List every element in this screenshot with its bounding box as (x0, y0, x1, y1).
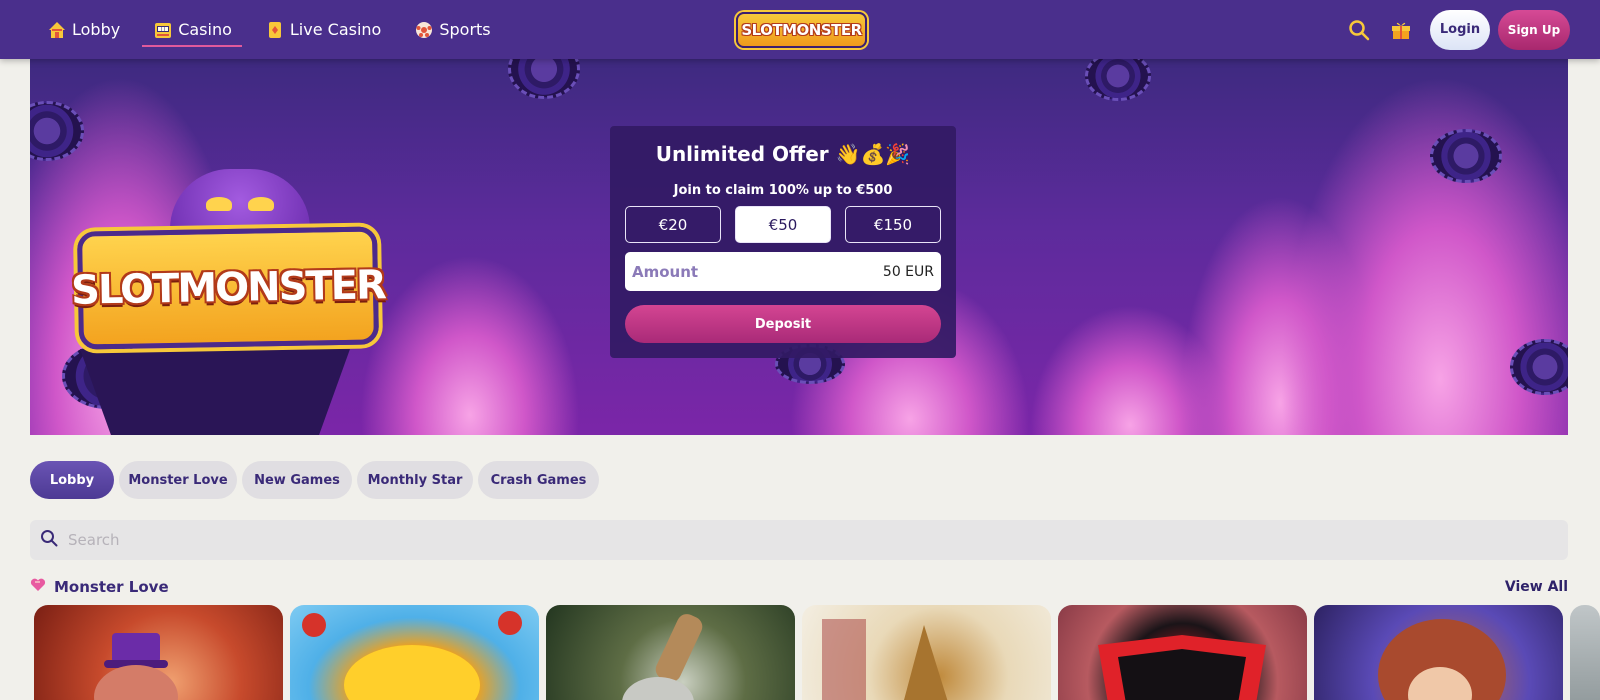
category-tabs: Lobby Monster Love New Games Monthly Sta… (30, 461, 604, 499)
site-logo-text: SLOTMONSTER (741, 21, 862, 39)
tab-crash-games[interactable]: Crash Games (478, 461, 599, 499)
top-navigation-bar: Lobby Casino Live Casino Sports SLOTMONS… (0, 0, 1600, 59)
section-title-text: Monster Love (54, 578, 169, 596)
game-carousel (34, 605, 1600, 700)
tab-monthly-star[interactable]: Monthly Star (357, 461, 473, 499)
deposit-button[interactable]: Deposit (625, 305, 941, 343)
signup-button[interactable]: Sign Up (1498, 9, 1570, 50)
game-tile-partial[interactable] (1570, 605, 1600, 700)
amount-option-50[interactable]: €50 (735, 206, 831, 243)
amount-option-20[interactable]: €20 (625, 206, 721, 243)
section-header: Monster Love View All (30, 577, 1568, 597)
house-icon (46, 19, 68, 41)
nav-casino-label: Casino (178, 20, 232, 39)
amount-field-value: 50 EUR (882, 263, 934, 280)
amount-field[interactable]: Amount 50 EUR (625, 252, 941, 291)
offer-subtitle: Join to claim 100% up to €500 (673, 183, 893, 198)
offer-card: Unlimited Offer 👋💰🎉 Join to claim 100% u… (610, 126, 956, 358)
game-tile[interactable] (802, 605, 1051, 700)
game-search-bar (30, 520, 1568, 560)
poker-chip-decoration (1430, 129, 1502, 183)
section-title: Monster Love (30, 578, 169, 596)
flame-decoration (360, 255, 580, 435)
banner-logo-text: SLOTMONSTER (70, 262, 386, 314)
game-tile[interactable] (1058, 605, 1307, 700)
search-input[interactable] (68, 531, 1468, 549)
tab-monster-love[interactable]: Monster Love (119, 461, 237, 499)
heart-icon (30, 578, 46, 596)
poker-chip-decoration (508, 59, 580, 99)
search-icon[interactable] (1346, 17, 1372, 43)
tab-lobby[interactable]: Lobby (30, 461, 114, 499)
soccer-ball-icon (413, 19, 435, 41)
site-logo[interactable]: SLOTMONSTER (736, 12, 867, 48)
nav-sports-label: Sports (439, 20, 491, 39)
game-tile[interactable] (290, 605, 539, 700)
banner-logo: SLOTMONSTER (71, 226, 385, 350)
game-tile[interactable] (1314, 605, 1563, 700)
promo-banner: SLOTMONSTER Unlimited Offer 👋💰🎉 Join to … (30, 59, 1568, 435)
poker-chip-decoration (1085, 59, 1151, 101)
nav-sports[interactable]: Sports (401, 0, 502, 59)
offer-title: Unlimited Offer 👋💰🎉 (655, 142, 911, 166)
cards-icon (264, 19, 286, 41)
search-icon (40, 529, 58, 551)
nav-live-casino-label: Live Casino (289, 20, 382, 39)
amount-field-label: Amount (632, 262, 699, 281)
game-tile[interactable] (546, 605, 795, 700)
nav-live-casino[interactable]: Live Casino (252, 0, 393, 59)
nav-lobby[interactable]: Lobby (34, 0, 132, 59)
gift-icon[interactable] (1388, 17, 1414, 43)
login-button[interactable]: Login (1430, 9, 1490, 50)
tab-new-games[interactable]: New Games (242, 461, 352, 499)
main-nav: Lobby Casino Live Casino Sports (34, 0, 511, 59)
game-tile[interactable] (34, 605, 283, 700)
nav-lobby-label: Lobby (72, 20, 121, 39)
header-actions: Login Sign Up (1346, 0, 1570, 59)
slot-machine-icon (152, 19, 174, 41)
nav-casino[interactable]: Casino (140, 0, 244, 59)
view-all-link[interactable]: View All (1505, 579, 1568, 595)
logo-pedestal (80, 349, 350, 435)
amount-option-150[interactable]: €150 (845, 206, 941, 243)
